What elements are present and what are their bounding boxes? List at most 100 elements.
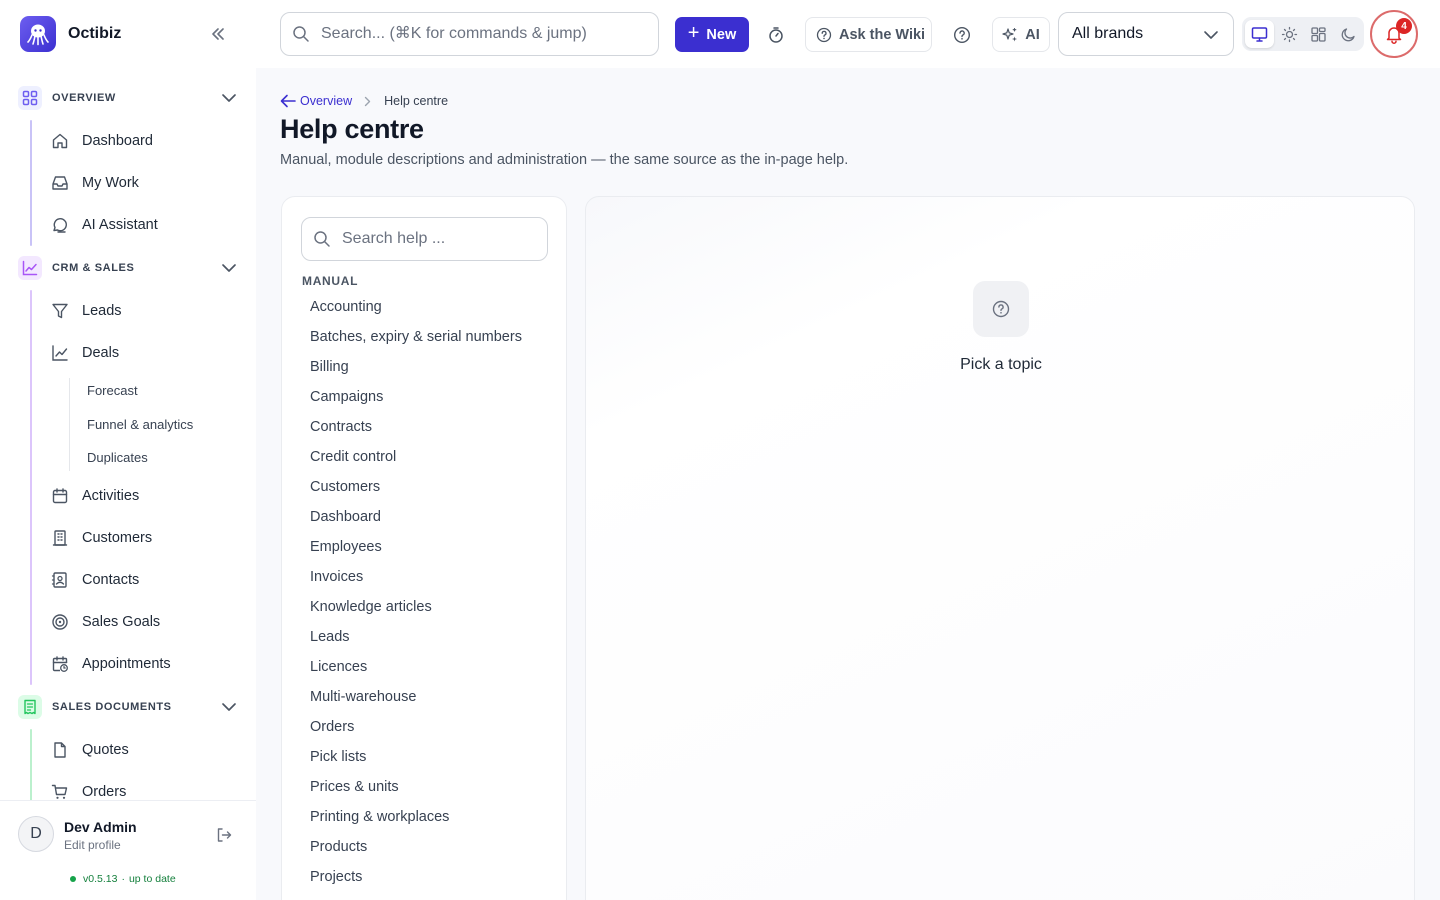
sidebar-item-my-work[interactable]: My Work	[0, 162, 256, 204]
new-button-label: New	[706, 26, 737, 43]
topic-list: Accounting Batches, expiry & serial numb…	[302, 292, 548, 892]
inbox-icon	[51, 174, 69, 192]
sidebar-item-dashboard[interactable]: Dashboard	[0, 120, 256, 162]
help-topics-panel: MANUAL Accounting Batches, expiry & seri…	[281, 196, 567, 900]
sidebar-item-label: Dashboard	[82, 133, 153, 149]
chevron-down-icon	[1203, 27, 1219, 43]
breadcrumb-back-link[interactable]: Overview	[280, 94, 352, 108]
help-search-input[interactable]	[342, 230, 532, 248]
version-number: v0.5.13	[83, 873, 118, 885]
topic-item[interactable]: Licences	[302, 652, 548, 682]
nav-group-crm-sales[interactable]: CRM & SALES	[0, 246, 256, 290]
ask-wiki-button[interactable]: Ask the Wiki	[805, 17, 932, 52]
calendar-clock-icon	[51, 655, 69, 673]
nav-group-overview[interactable]: OVERVIEW	[0, 76, 256, 120]
topic-item[interactable]: Customers	[302, 472, 548, 502]
chevron-right-icon	[364, 95, 374, 107]
file-icon	[51, 741, 69, 759]
version-status: v0.5.13 · up to date	[70, 873, 176, 885]
edit-profile-link[interactable]: Edit profile	[64, 838, 121, 852]
sidebar-item-contacts[interactable]: Contacts	[0, 559, 256, 601]
sidebar-subitem-forecast[interactable]: Forecast	[0, 374, 256, 408]
monitor-icon	[1251, 26, 1268, 42]
deals-submenu: Forecast Funnel & analytics Duplicates	[0, 374, 256, 475]
sidebar-nav: OVERVIEW Dashboard My Work AI Assistant	[0, 76, 256, 800]
topic-item[interactable]: Orders	[302, 712, 548, 742]
sidebar-subitem-funnel-analytics[interactable]: Funnel & analytics	[0, 408, 256, 442]
chevron-down-icon[interactable]	[220, 90, 238, 106]
sidebar-subitem-duplicates[interactable]: Duplicates	[0, 441, 256, 475]
topic-section-label: MANUAL	[302, 274, 359, 288]
sidebar-item-deals[interactable]: Deals	[0, 332, 256, 374]
sidebar-item-orders[interactable]: Orders	[0, 771, 256, 801]
topic-item[interactable]: Billing	[302, 352, 548, 382]
brand[interactable]: Octibiz	[20, 16, 121, 52]
logout-icon	[217, 828, 232, 842]
help-button[interactable]	[951, 24, 973, 46]
theme-light-button[interactable]	[1275, 20, 1304, 48]
topic-item[interactable]: Products	[302, 832, 548, 862]
topic-item[interactable]: Employees	[302, 532, 548, 562]
chevron-down-icon[interactable]	[220, 699, 238, 715]
sidebar-subitem-label: Duplicates	[87, 450, 148, 466]
topic-item[interactable]: Prices & units	[302, 772, 548, 802]
help-search[interactable]	[301, 217, 548, 261]
new-button[interactable]: + New	[675, 17, 749, 52]
chevron-down-icon[interactable]	[220, 260, 238, 276]
page-title: Help centre	[280, 114, 424, 144]
topic-item[interactable]: Accounting	[302, 292, 548, 322]
version-separator: ·	[121, 873, 125, 885]
breadcrumb-back-label: Overview	[300, 94, 353, 108]
stopwatch-icon	[769, 27, 783, 43]
topic-item[interactable]: Invoices	[302, 562, 548, 592]
topic-item[interactable]: Knowledge articles	[302, 592, 548, 622]
grid-icon	[18, 86, 42, 110]
notifications-button[interactable]: 4	[1370, 10, 1418, 58]
sidebar-item-sales-goals[interactable]: Sales Goals	[0, 601, 256, 643]
topic-item[interactable]: Batches, expiry & serial numbers	[302, 322, 548, 352]
sidebar-item-appointments[interactable]: Appointments	[0, 643, 256, 685]
avatar[interactable]: D	[18, 816, 54, 852]
ai-button[interactable]: AI	[992, 17, 1050, 52]
funnel-icon	[51, 302, 69, 320]
sidebar-item-ai-assistant[interactable]: AI Assistant	[0, 204, 256, 246]
topic-item[interactable]: Campaigns	[302, 382, 548, 412]
brand-select[interactable]: All brands	[1058, 12, 1234, 56]
sidebar-item-label: My Work	[82, 175, 139, 191]
sidebar-item-activities[interactable]: Activities	[0, 475, 256, 517]
global-search-input[interactable]	[321, 25, 641, 43]
help-content-panel: Pick a topic	[585, 196, 1415, 900]
theme-system-button[interactable]	[1245, 20, 1274, 48]
sidebar-subitem-label: Funnel & analytics	[87, 416, 194, 432]
topic-item[interactable]: Leads	[302, 622, 548, 652]
nav-group-sales-documents[interactable]: SALES DOCUMENTS	[0, 685, 256, 729]
nav-group-label: SALES DOCUMENTS	[52, 700, 172, 713]
theme-dark-button[interactable]	[1334, 20, 1363, 48]
sidebar-item-customers[interactable]: Customers	[0, 517, 256, 559]
building-icon	[51, 529, 69, 547]
topic-item[interactable]: Pick lists	[302, 742, 548, 772]
topic-item[interactable]: Projects	[302, 862, 548, 892]
collapse-sidebar-button[interactable]	[207, 24, 229, 44]
topic-item[interactable]: Credit control	[302, 442, 548, 472]
sidebar-item-label: Orders	[82, 783, 127, 800]
topic-item[interactable]: Multi-warehouse	[302, 682, 548, 712]
version-status-text: up to date	[128, 873, 176, 885]
moon-icon	[1341, 27, 1355, 41]
sidebar-item-label: Contacts	[82, 571, 140, 588]
sidebar-item-label: Deals	[82, 345, 120, 361]
timer-button[interactable]	[765, 24, 787, 46]
sidebar-item-leads[interactable]: Leads	[0, 290, 256, 332]
topic-item[interactable]: Printing & workplaces	[302, 802, 548, 832]
topic-item[interactable]: Contracts	[302, 412, 548, 442]
sidebar-item-label: Quotes	[82, 741, 129, 758]
nav-group-sales-documents-items: Quotes Orders	[0, 728, 256, 801]
global-search[interactable]	[280, 12, 659, 56]
logout-button[interactable]	[214, 825, 234, 845]
sidebar-item-label: Leads	[82, 303, 122, 319]
topic-item[interactable]: Dashboard	[302, 502, 548, 532]
nav-group-crm-sales-items: Leads Deals Forecast Funnel & analytics …	[0, 290, 256, 685]
theme-layout-button[interactable]	[1305, 20, 1334, 48]
sidebar-item-quotes[interactable]: Quotes	[0, 729, 256, 771]
user-name: Dev Admin	[64, 819, 137, 835]
